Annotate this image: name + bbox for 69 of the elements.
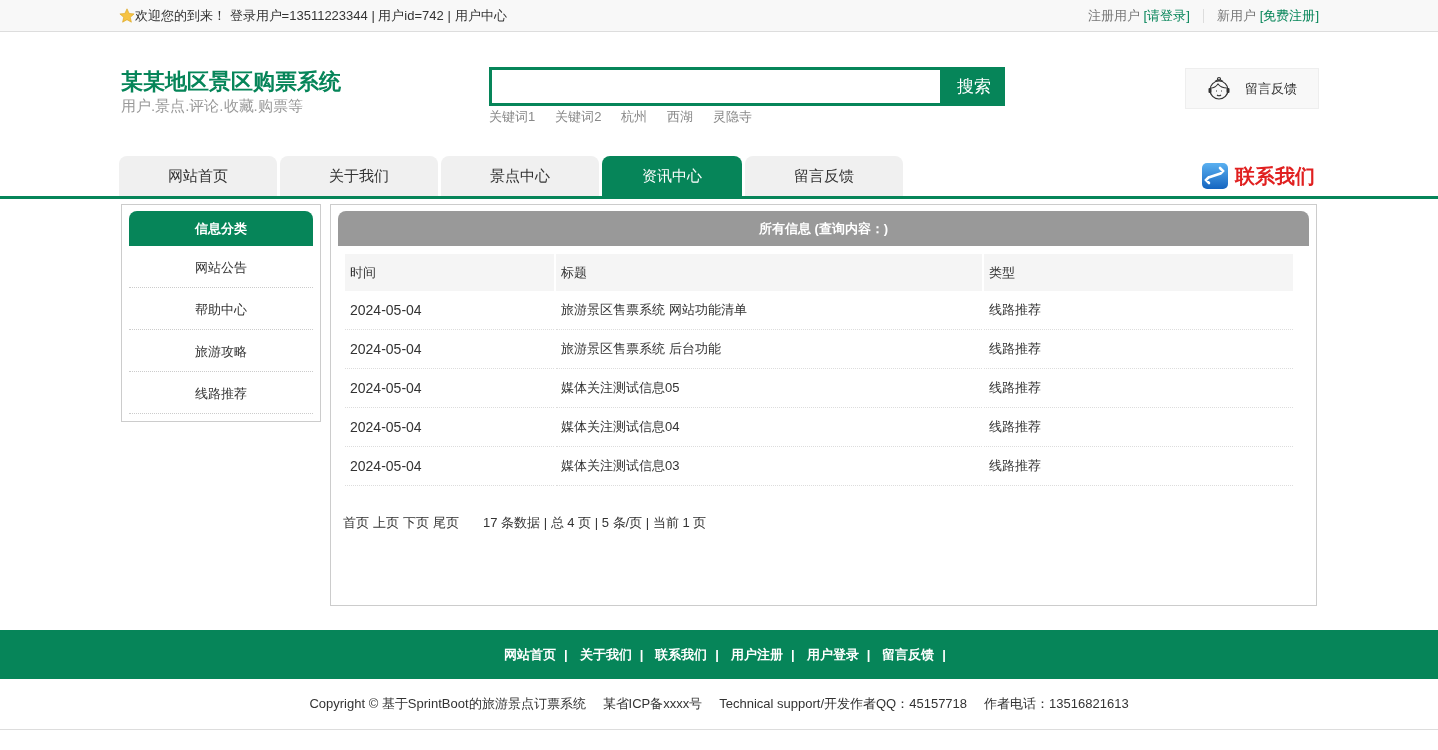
- title-link[interactable]: 旅游景区售票系统 后台功能: [556, 330, 982, 369]
- keyword-link[interactable]: 灵隐寺: [713, 108, 753, 126]
- nav-tab[interactable]: 留言反馈: [745, 156, 903, 196]
- user-center-link[interactable]: 用户中心: [454, 6, 507, 25]
- title-link[interactable]: 媒体关注测试信息03: [556, 447, 982, 486]
- copyright-text: Technical support/开发作者QQ：45157718: [719, 695, 968, 713]
- registered-user-label: 注册用户: [1087, 6, 1140, 25]
- site-subtitle: 用户.景点.评论.收藏.购票等: [121, 96, 304, 116]
- table-cell: 2024-05-04: [345, 447, 554, 486]
- footer-link[interactable]: 留言反馈: [882, 645, 935, 664]
- category-item[interactable]: 网站公告: [129, 246, 313, 288]
- table-cell: 线路推荐: [984, 447, 1293, 486]
- separator-text: |: [564, 647, 568, 662]
- category-header: 信息分类: [129, 211, 313, 246]
- welcome-text: 欢迎您的到来！ 登录用户=13511223344 | 用户id=742 |: [135, 6, 451, 25]
- column-header: 类型: [984, 254, 1293, 291]
- pagination-link[interactable]: 下页: [403, 514, 429, 532]
- contact-us-link[interactable]: 联系我们: [1201, 156, 1315, 196]
- column-header: 标题: [556, 254, 982, 291]
- footer-link[interactable]: 网站首页: [504, 645, 557, 664]
- search-button[interactable]: 搜索: [943, 67, 1005, 106]
- table-cell: 2024-05-04: [345, 291, 554, 330]
- separator-text: |: [942, 647, 946, 662]
- nav-tab[interactable]: 网站首页: [119, 156, 277, 196]
- footer-link[interactable]: 用户注册: [731, 645, 783, 664]
- title-link[interactable]: 媒体关注测试信息04: [556, 408, 982, 447]
- title-link[interactable]: 媒体关注测试信息05: [556, 369, 982, 408]
- separator-text: |: [639, 647, 644, 662]
- feedback-button[interactable]: 留言反馈: [1185, 68, 1319, 109]
- category-item[interactable]: 旅游攻略: [129, 330, 313, 372]
- separator-text: |: [791, 647, 795, 662]
- site-title: 某某地区景区购票系统: [121, 68, 342, 96]
- star-icon: [119, 7, 135, 24]
- register-link[interactable]: [免费注册]: [1259, 6, 1319, 25]
- copyright-text: Copyright © 基于SprintBoot的旅游景点订票系统: [309, 695, 586, 713]
- pagination-summary: 17 条数据 | 总 4 页 | 5 条/页 | 当前 1 页: [483, 514, 707, 532]
- headset-person-icon: [1207, 75, 1231, 102]
- pagination-link[interactable]: 首页: [343, 514, 369, 532]
- footer-link[interactable]: 用户登录: [806, 645, 859, 664]
- pagination-link[interactable]: 上页: [373, 514, 399, 532]
- table-cell: 2024-05-04: [345, 408, 554, 447]
- info-header: 所有信息 (查询内容：): [338, 211, 1309, 246]
- keyword-link[interactable]: 西湖: [667, 108, 694, 126]
- footer-link[interactable]: 联系我们: [655, 645, 708, 664]
- title-link[interactable]: 旅游景区售票系统 网站功能清单: [556, 291, 982, 330]
- nav-tab[interactable]: 资讯中心: [602, 156, 742, 196]
- table-cell: 2024-05-04: [345, 330, 554, 369]
- category-item[interactable]: 线路推荐: [129, 372, 313, 414]
- nav-tab[interactable]: 关于我们: [280, 156, 438, 196]
- copyright-text: 作者电话：13516821613: [984, 695, 1129, 713]
- copyright-text: 某省ICP备xxxx号: [602, 695, 703, 713]
- keyword-link[interactable]: 杭州: [621, 108, 648, 126]
- category-item[interactable]: 帮助中心: [129, 288, 313, 330]
- footer-link[interactable]: 关于我们: [579, 645, 632, 664]
- search-field[interactable]: [489, 67, 943, 106]
- table-cell: 线路推荐: [984, 369, 1293, 408]
- separator-text: |: [866, 647, 871, 662]
- table-cell: 线路推荐: [984, 291, 1293, 330]
- pagination-link[interactable]: 尾页: [433, 514, 459, 532]
- login-link[interactable]: [请登录]: [1143, 6, 1190, 25]
- table-cell: 线路推荐: [984, 408, 1293, 447]
- table-cell: 线路推荐: [984, 330, 1293, 369]
- separator-text: |: [715, 647, 719, 662]
- keyword-link[interactable]: 关键词1: [489, 108, 536, 126]
- keyword-link[interactable]: 关键词2: [555, 108, 602, 126]
- nav-tab[interactable]: 景点中心: [441, 156, 599, 196]
- new-user-label: 新用户: [1216, 6, 1256, 25]
- column-header: 时间: [345, 254, 554, 291]
- table-cell: 2024-05-04: [345, 369, 554, 408]
